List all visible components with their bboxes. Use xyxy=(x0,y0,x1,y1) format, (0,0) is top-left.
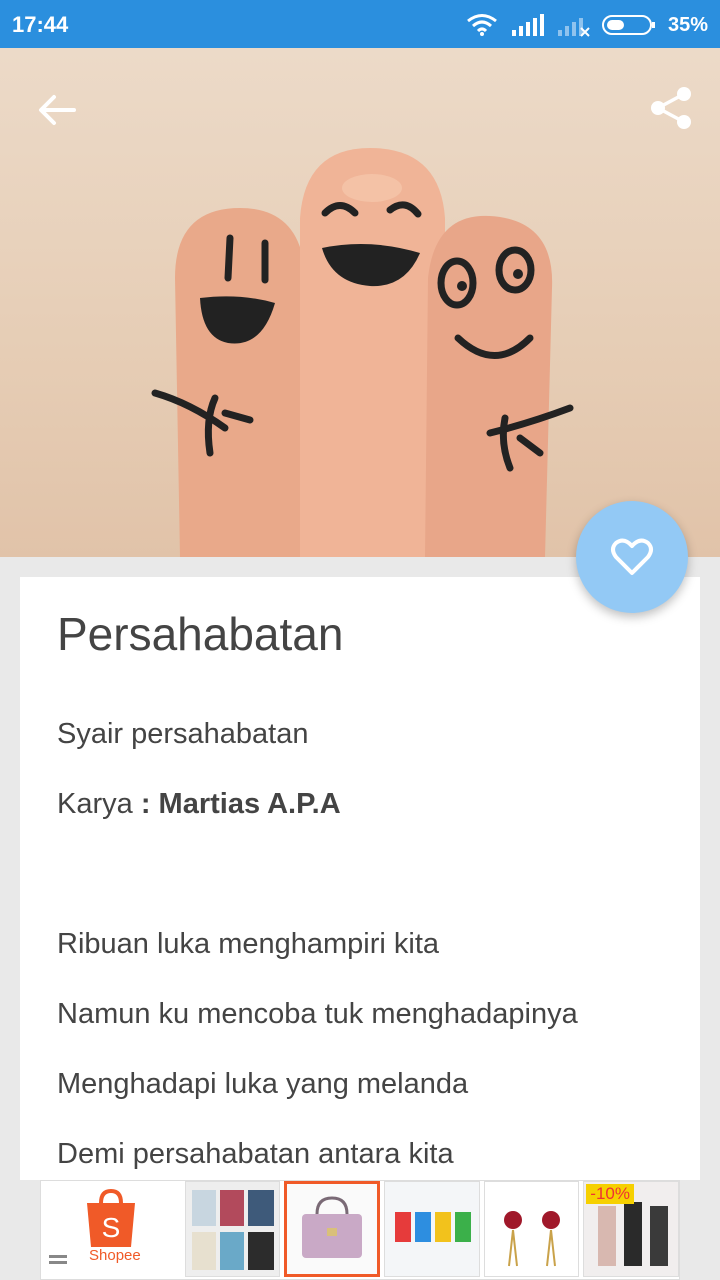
product-thumbnail-clothes[interactable] xyxy=(184,1181,281,1277)
author-name: : Martias A.P.A xyxy=(140,788,341,820)
hero-image xyxy=(0,48,720,557)
battery-percent: 35% xyxy=(667,13,708,36)
ad-banner[interactable]: S Shopee -10% xyxy=(40,1180,680,1280)
product-thumbnail-fashion[interactable]: -10% xyxy=(583,1181,679,1277)
article-author: Karya : Martias A.P.A xyxy=(57,788,341,821)
finger-faces-image xyxy=(151,148,574,557)
verse-line: Ribuan luka menghampiri kita xyxy=(57,928,440,960)
favorite-button[interactable] xyxy=(576,501,688,613)
product-thumbnail-earrings[interactable] xyxy=(483,1181,580,1277)
shopee-label: Shopee xyxy=(89,1247,141,1264)
article-card: Persahabatan Syair persahabatan Karya : … xyxy=(20,577,700,1180)
signal-no-service-icon xyxy=(557,18,590,37)
discount-badge: -10% xyxy=(586,1184,634,1204)
heart-icon xyxy=(611,538,653,575)
svg-text:S: S xyxy=(102,1212,121,1243)
status-bar: 17:44 35% xyxy=(0,0,720,48)
wifi-icon xyxy=(467,14,497,36)
verse-line: Demi persahabatan antara kita xyxy=(57,1138,454,1170)
article-subtitle: Syair persahabatan xyxy=(57,718,309,750)
handbag-product-image xyxy=(287,1184,377,1274)
menu-handle-icon xyxy=(49,1255,67,1264)
status-icons: 35% xyxy=(466,12,708,38)
clothes-product-image xyxy=(185,1182,280,1276)
product-thumbnail-bag[interactable] xyxy=(284,1181,380,1277)
status-time: 17:44 xyxy=(12,12,69,37)
article-title: Persahabatan xyxy=(57,608,344,660)
verse-line: Namun ku mencoba tuk menghadapinya xyxy=(57,998,578,1030)
signal-icon xyxy=(511,14,544,36)
share-icon[interactable] xyxy=(646,82,698,134)
shopee-bag-icon: S xyxy=(87,1189,135,1247)
verse-line: Menghadapi luka yang melanda xyxy=(57,1068,469,1100)
author-prefix: Karya xyxy=(57,788,141,820)
arrow-left-icon[interactable] xyxy=(30,84,82,136)
battery-icon xyxy=(601,15,655,35)
shopee-ad[interactable]: S Shopee xyxy=(41,1181,181,1277)
toys-product-image xyxy=(384,1182,479,1276)
product-thumbnail-toys[interactable] xyxy=(383,1181,480,1277)
earrings-product-image xyxy=(484,1182,579,1276)
